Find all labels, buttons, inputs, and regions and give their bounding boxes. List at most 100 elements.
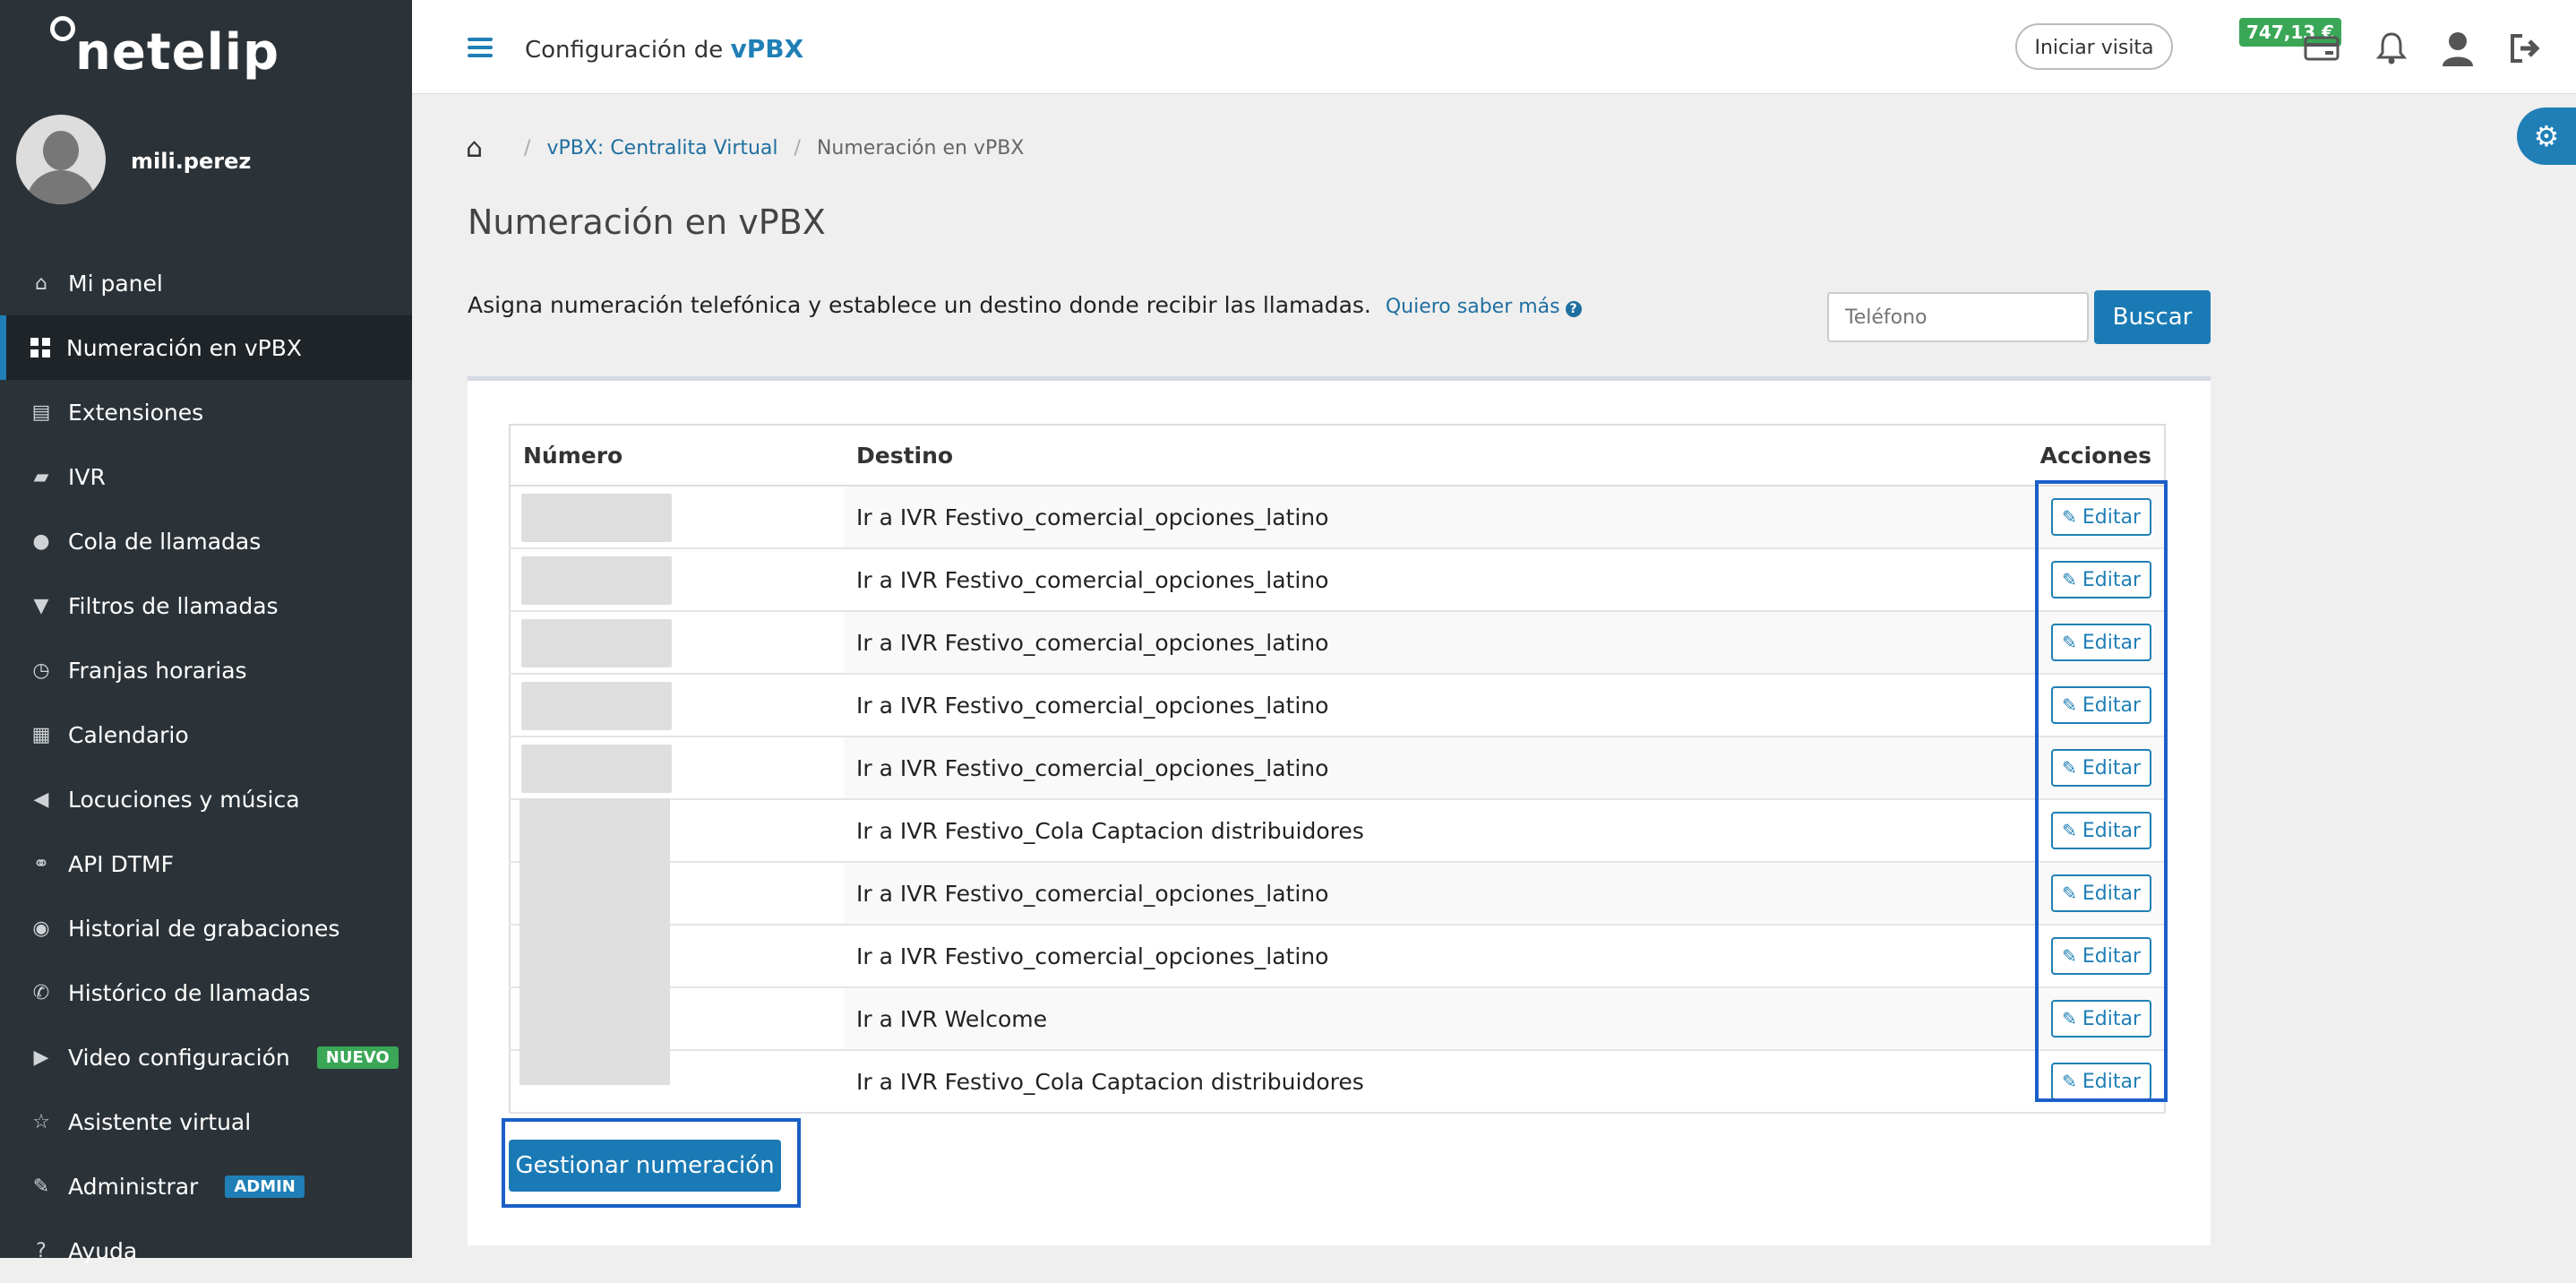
video-icon: ▶ [33,1046,49,1069]
avatar[interactable] [16,115,106,204]
edit-button[interactable]: ✎ Editar [2051,812,2151,849]
sidebar-item-10[interactable]: ◉ Historial de grabaciones [0,896,412,960]
destination-cell: Ir a IVR Festivo_comercial_opciones_lati… [844,548,2014,612]
numbering-table: Número Destino Acciones Ir a IVR Festivo… [509,424,2166,1114]
page-description: Asigna numeración telefónica y establece… [468,292,1582,318]
number-cell [510,736,844,800]
pencil-icon: ✎ [2062,945,2077,967]
destination-cell: Ir a IVR Festivo_Cola Captacion distribu… [844,799,2014,863]
pencil-icon: ✎ [2062,632,2077,653]
manage-numbering-button[interactable]: Gestionar numeración [509,1140,781,1192]
redacted-number [521,619,672,667]
destination-cell: Ir a IVR Festivo_Cola Captacion distribu… [844,1050,2014,1114]
redacted-number [521,556,672,605]
hamburger-menu-icon[interactable] [468,38,493,57]
edit-button[interactable]: ✎ Editar [2051,874,2151,912]
sidebar-item-5[interactable]: ▼ Filtros de llamadas [0,573,412,638]
column-header-destination: Destino [844,425,2014,487]
user-icon[interactable] [2438,29,2477,68]
logout-icon[interactable] [2506,29,2546,68]
sidebar-item-label: Extensiones [68,399,204,426]
start-tour-button[interactable]: Iniciar visita [2015,23,2173,70]
actions-cell: ✎ Editar [2014,799,2165,863]
credit-card-icon[interactable] [2302,29,2341,68]
actions-cell: ✎ Editar [2014,486,2165,549]
edit-button[interactable]: ✎ Editar [2051,937,2151,975]
sidebar: netelip mili.perez ⌂ Mi panel Numeración e… [0,0,412,1264]
edit-button[interactable]: ✎ Editar [2051,1000,2151,1038]
actions-cell: ✎ Editar [2014,862,2165,926]
table-row: Ir a IVR Festivo_comercial_opciones_lati… [510,611,2165,675]
sidebar-item-label: Asistente virtual [68,1108,252,1135]
sidebar-item-4[interactable]: ● Cola de llamadas [0,509,412,573]
star-icon: ☆ [32,1110,50,1133]
table-row: Ir a IVR Festivo_comercial_opciones_lati… [510,925,2165,988]
sidebar-item-7[interactable]: ▦ Calendario [0,702,412,767]
sidebar-item-15[interactable]: ? Ayuda [0,1218,412,1283]
clock-icon: ◷ [32,659,50,682]
breadcrumb-parent-link[interactable]: vPBX: Centralita Virtual [546,137,777,159]
sidebar-item-14[interactable]: ✎ Administrar ADMIN [0,1154,412,1218]
destination-cell: Ir a IVR Festivo_comercial_opciones_lati… [844,925,2014,988]
pencil-icon: ✎ [2062,820,2077,841]
sidebar-item-2[interactable]: ▤ Extensiones [0,380,412,444]
learn-more-link[interactable]: Quiero saber más? [1386,296,1582,318]
sidebar-item-8[interactable]: ◀ Locuciones y música [0,767,412,831]
sidebar-item-label: Video configuración [68,1044,290,1071]
bell-icon[interactable] [2372,29,2411,68]
sidebar-item-6[interactable]: ◷ Franjas horarias [0,638,412,702]
pencil-icon: ✎ [2062,569,2077,590]
sidebar-item-label: IVR [68,463,106,490]
sidebar-item-label: Numeración en vPBX [66,334,302,361]
sidebar-item-11[interactable]: ✆ Histórico de llamadas [0,960,412,1025]
search-button[interactable]: Buscar [2094,290,2211,344]
edit-button[interactable]: ✎ Editar [2051,498,2151,536]
destination-cell: Ir a IVR Festivo_comercial_opciones_lati… [844,486,2014,549]
redacted-number-block [519,798,670,1085]
sidebar-item-label: Locuciones y música [68,786,300,813]
sidebar-item-label: Administrar [68,1173,199,1200]
edit-button[interactable]: ✎ Editar [2051,686,2151,724]
home-icon[interactable]: ⌂ [466,133,483,164]
pencil-icon: ✎ [2062,1008,2077,1029]
speaker-icon: ◀ [33,788,49,811]
actions-cell: ✎ Editar [2014,925,2165,988]
table-row: Ir a IVR Festivo_comercial_opciones_lati… [510,486,2165,549]
link-icon: ⚭ [32,852,50,875]
location-pin-icon [50,16,75,41]
actions-cell: ✎ Editar [2014,611,2165,675]
home-icon: ⌂ [35,271,47,295]
column-header-actions: Acciones [2014,425,2165,487]
question-icon: ? [36,1239,47,1262]
column-header-number: Número [510,425,844,487]
settings-gear-icon[interactable]: ⚙ [2517,108,2576,165]
destination-cell: Ir a IVR Festivo_comercial_opciones_lati… [844,862,2014,926]
sidebar-badge: ADMIN [225,1175,305,1198]
sidebar-item-9[interactable]: ⚭ API DTMF [0,831,412,896]
edit-icon: ✎ [32,1175,50,1198]
number-cell [510,674,844,737]
edit-button[interactable]: ✎ Editar [2051,561,2151,598]
sidebar-item-3[interactable]: ▰ IVR [0,444,412,509]
sidebar-item-0[interactable]: ⌂ Mi panel [0,251,412,315]
table-row: Ir a IVR Welcome ✎ Editar [510,987,2165,1051]
sidebar-badge: NUEVO [316,1046,399,1069]
calendar-icon: ▦ [31,723,51,746]
phone-icon: ✆ [32,981,50,1004]
pencil-icon: ✎ [2062,1071,2077,1092]
edit-button[interactable]: ✎ Editar [2051,624,2151,661]
sidebar-item-label: Franjas horarias [68,657,247,684]
sidebar-item-13[interactable]: ☆ Asistente virtual [0,1089,412,1154]
sidebar-item-12[interactable]: ▶ Video configuración NUEVO [0,1025,412,1089]
sidebar-item-1[interactable]: Numeración en vPBX [0,315,412,380]
redacted-number [521,494,672,542]
numbering-panel: Número Destino Acciones Ir a IVR Festivo… [468,376,2211,1245]
phone-search-input[interactable] [1827,292,2089,342]
table-row: Ir a IVR Festivo_comercial_opciones_lati… [510,548,2165,612]
edit-button[interactable]: ✎ Editar [2051,749,2151,787]
number-cell [510,548,844,612]
grid-icon [30,338,50,357]
actions-cell: ✎ Editar [2014,674,2165,737]
edit-button[interactable]: ✎ Editar [2051,1063,2151,1100]
redacted-number [521,682,672,730]
